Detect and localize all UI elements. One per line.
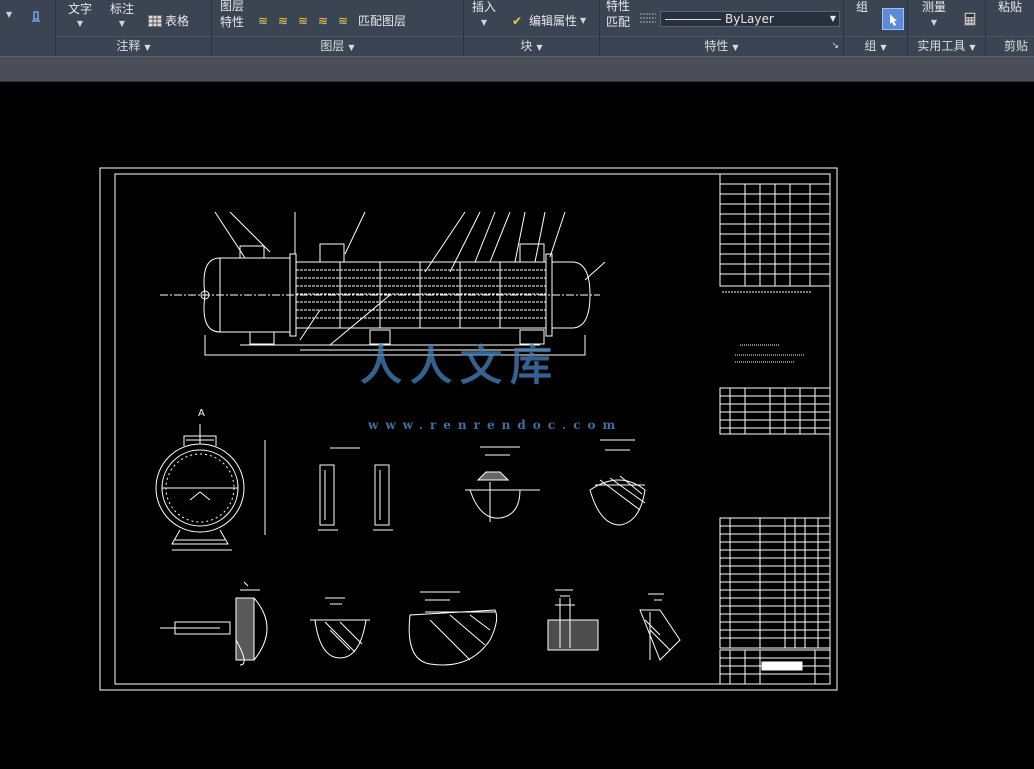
insert-button[interactable]: 插入 ▼ — [472, 0, 496, 27]
text-label: 文字 — [68, 2, 93, 16]
panel-title-block[interactable]: 块 ▼ — [464, 36, 599, 54]
chevron-down-icon: ▼ — [118, 19, 126, 28]
detail-g — [310, 597, 370, 659]
detail-i — [547, 589, 599, 651]
parts-list-table — [719, 517, 831, 649]
panel-title-annotate[interactable]: 注释 ▼ — [56, 36, 211, 54]
select-group-icon[interactable] — [882, 8, 904, 30]
table-label: 表格 — [165, 14, 190, 28]
layer-tools-row: ≋ ≋ ≋ ≋ ≋ 匹配图层 — [258, 12, 406, 29]
panel-properties: 特性 匹配 ByLayer ▼ 特性 ▼ ↘ — [600, 0, 844, 56]
group-button[interactable]: 组 — [856, 0, 868, 15]
section-a-view — [155, 424, 266, 551]
chevron-down-icon: ▼ — [480, 18, 488, 27]
match-layer-label[interactable]: 匹配图层 — [358, 12, 406, 29]
panel-title-properties[interactable]: 特性 ▼ ↘ — [600, 36, 843, 54]
table-icon — [148, 14, 162, 27]
panel-title-layers[interactable]: 图层 ▼ — [212, 36, 463, 54]
layer-isolate-icon[interactable]: ≋ — [278, 15, 292, 27]
detail-j — [639, 593, 681, 661]
panel-title-utilities[interactable]: 实用工具 ▼ — [908, 36, 985, 54]
linetype-value: ByLayer — [725, 12, 774, 26]
edit-attributes-button[interactable]: ✔ 编辑属性 ▼ — [512, 12, 586, 29]
layer-properties-label: 图层 特性 — [220, 0, 245, 29]
layer-match-icon: ≋ — [338, 13, 349, 28]
detail-weld-1 — [465, 446, 540, 522]
group-label: 组 — [856, 0, 869, 14]
layer-lock-icon[interactable]: ≋ — [318, 15, 332, 27]
edit-attributes-icon: ✔ — [512, 13, 523, 28]
detail-weld-2 — [589, 439, 646, 526]
panel-utilities: 测量 ▼ 实用工具 ▼ — [908, 0, 986, 56]
panel-layers: 图层 特性 ≋ ≋ ≋ ≋ ≋ 匹配图层 图层 ▼ — [212, 0, 464, 56]
linetype-combo[interactable]: ByLayer ▼ — [660, 11, 840, 27]
ribbon: ▼ 文字 ▼ 标注 ▼ 表格 注释 ▼ 图层 特性 ≋ ≋ ≋ ≋ ≋ 匹配图层… — [0, 0, 1034, 56]
paste-label: 粘贴 — [998, 0, 1023, 14]
panel-partial-left: ▼ — [0, 0, 56, 56]
layer-off-icon[interactable]: ≋ — [258, 15, 272, 27]
insert-label: 插入 — [472, 0, 497, 14]
panel-block: 插入 ▼ ✔ 编辑属性 ▼ 块 ▼ — [464, 0, 600, 56]
section-label: A — [198, 408, 205, 419]
watermark-logo: 人人文库 — [360, 341, 561, 390]
design-data-table — [719, 173, 831, 287]
match-properties-button[interactable]: 特性 匹配 — [606, 0, 634, 30]
tech-requirements-text — [735, 344, 805, 363]
chevron-down-icon: ▼ — [76, 19, 84, 28]
dimension-label: 标注 — [110, 2, 135, 16]
text-button[interactable]: 文字 ▼ — [68, 0, 92, 28]
detail-flange-f — [160, 581, 268, 666]
watermark-url: www.renrendoc.com — [368, 418, 623, 432]
detail-baffle — [318, 447, 393, 531]
panel-groups: 组 组 ▼ — [844, 0, 908, 56]
measure-button[interactable]: 测量 ▼ — [922, 0, 946, 27]
title-block — [719, 649, 831, 685]
dropdown-arrow[interactable]: ▼ — [6, 10, 12, 19]
nozzle-table — [719, 387, 831, 435]
stamp-icon[interactable] — [28, 8, 44, 24]
calculator-icon[interactable] — [964, 12, 976, 26]
paste-button[interactable]: 粘贴 — [998, 0, 1022, 15]
edit-attributes-label: 编辑属性 — [529, 14, 578, 28]
panel-clipboard: 粘贴 剪贴板 — [986, 0, 1034, 56]
panel-annotate: 文字 ▼ 标注 ▼ 表格 注释 ▼ — [56, 0, 212, 56]
chevron-down-icon: ▼ — [930, 18, 938, 27]
launcher-icon[interactable]: ↘ — [831, 37, 839, 55]
file-tabs-strip — [0, 56, 1034, 82]
match-properties-label: 特性 匹配 — [606, 0, 631, 29]
table-button[interactable]: 表格 — [148, 12, 189, 29]
layer-freeze-icon[interactable]: ≋ — [298, 15, 312, 27]
layer-properties-button[interactable]: 图层 特性 — [220, 0, 250, 30]
chevron-down-icon: ▼ — [580, 16, 587, 25]
chevron-down-icon: ▼ — [829, 14, 836, 23]
linetype-icon — [640, 12, 656, 27]
panel-title-groups[interactable]: 组 ▼ — [844, 36, 907, 54]
dimension-button[interactable]: 标注 ▼ — [110, 0, 134, 28]
drawing-canvas[interactable]: A 人人文库 www.renrendoc.com — [0, 82, 1034, 769]
panel-title-clipboard[interactable]: 剪贴板 — [986, 36, 1034, 54]
detail-h — [408, 591, 498, 666]
measure-label: 测量 — [922, 0, 947, 14]
